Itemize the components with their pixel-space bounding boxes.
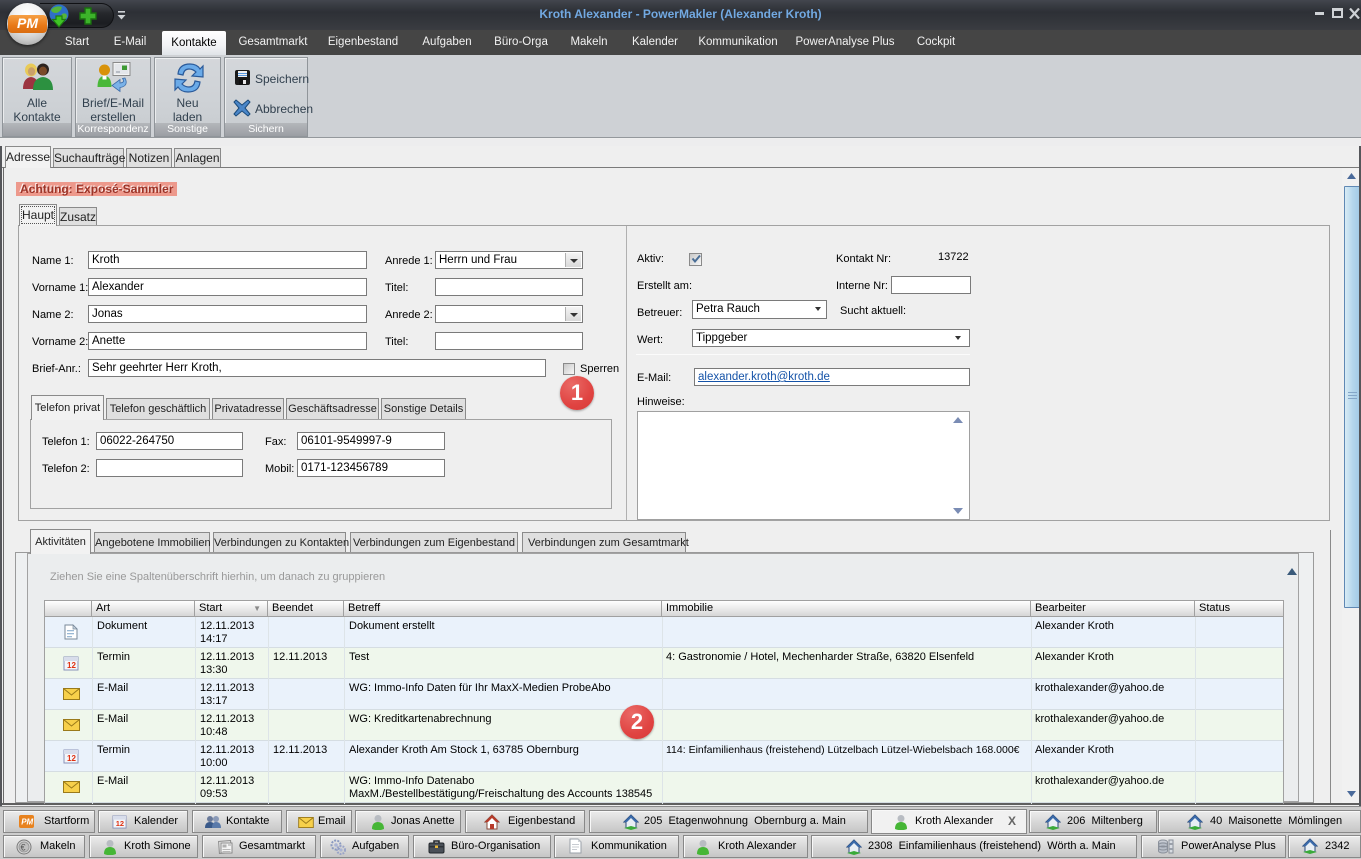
svg-text:12: 12	[67, 661, 76, 670]
svg-text:12: 12	[116, 819, 124, 828]
svg-text:€: €	[21, 843, 26, 853]
svg-text:PM: PM	[21, 818, 33, 827]
svg-text:12: 12	[67, 754, 76, 763]
